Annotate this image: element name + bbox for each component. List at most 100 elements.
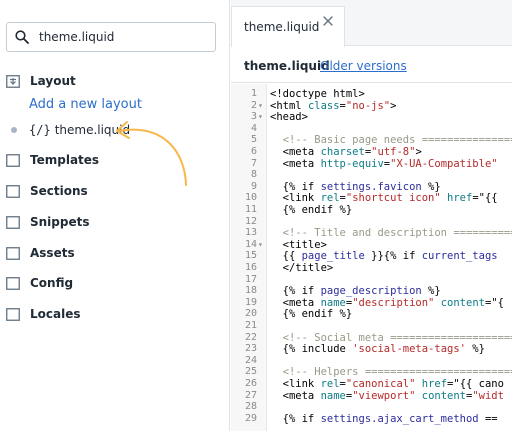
line-number: 11 xyxy=(244,204,257,215)
code-line[interactable]: 19 <meta name="description" content="{ xyxy=(231,297,512,309)
code-line[interactable]: 17 xyxy=(231,274,512,286)
line-number: 9 xyxy=(250,180,257,192)
code-text: <link rel="shortcut icon" href="{{ xyxy=(270,192,504,205)
code-text: <meta http-equiv="X-UA-Compatible" xyxy=(270,157,498,170)
line-number: 18 xyxy=(244,285,257,297)
line-number: 25 xyxy=(244,366,257,378)
code-line[interactable]: 6 <meta charset="utf-8"> xyxy=(231,146,512,158)
folder-label: Layout xyxy=(30,74,76,88)
line-number: 27 xyxy=(244,389,257,401)
folder-icon xyxy=(6,153,20,167)
code-text: <link rel="canonical" href="{{ cano xyxy=(270,378,504,390)
editor-tab-bar: theme.liquid xyxy=(231,0,512,47)
line-number: 26 xyxy=(244,378,257,389)
fold-toggle-icon[interactable]: ▾ xyxy=(258,239,266,251)
line-number: 15 xyxy=(244,250,257,262)
line-number: 8 xyxy=(250,169,257,181)
fold-toggle-icon[interactable]: ▾ xyxy=(258,111,266,123)
code-line[interactable]: 21 xyxy=(231,320,512,332)
code-editor[interactable]: 1 <!doctype html> 2 ▾ <html class="no-js"> 3 ▾… xyxy=(231,84,512,431)
code-line[interactable]: 20 {% endif %} xyxy=(231,308,512,320)
sidebar: Layout Add a new layout {/} theme.liquid… xyxy=(0,0,230,431)
code-line[interactable]: 1 <!doctype html> xyxy=(231,88,512,100)
line-number: 22 xyxy=(244,331,257,343)
code-line[interactable]: 13 <!-- Title and description ==========… xyxy=(231,227,512,239)
folder-sections[interactable]: Sections xyxy=(6,182,88,200)
code-line[interactable]: 12 xyxy=(231,216,512,228)
fold-toggle-icon[interactable]: ▾ xyxy=(258,100,266,112)
folder-label: Locales xyxy=(30,307,81,321)
code-line[interactable]: 15 {{ page_title }}{% if current_tags xyxy=(231,250,512,262)
code-line[interactable]: 3 ▾ <head> xyxy=(231,111,512,123)
code-line[interactable]: 8 xyxy=(231,169,512,181)
folder-icon xyxy=(6,246,20,260)
line-number: 21 xyxy=(244,320,257,331)
annotation-arrow xyxy=(116,121,187,186)
code-text: <!-- Basic page needs ================== xyxy=(270,134,512,147)
code-line[interactable]: 4 xyxy=(231,123,512,135)
line-number: 19 xyxy=(244,296,257,308)
folder-icon xyxy=(6,184,20,198)
folder-layout[interactable]: Layout xyxy=(6,72,76,90)
search-input[interactable] xyxy=(39,27,209,47)
code-line[interactable]: 28 xyxy=(231,401,512,413)
folder-icon xyxy=(6,215,20,229)
add-layout-link[interactable]: Add a new layout xyxy=(29,97,142,112)
line-number: 4 xyxy=(250,122,257,134)
folder-locales[interactable]: Locales xyxy=(6,305,81,323)
code-line[interactable]: 27 <meta name="viewport" content="widt xyxy=(231,390,512,402)
older-versions-link[interactable]: Older versions xyxy=(320,59,407,73)
code-text: </title> xyxy=(270,262,334,274)
code-line[interactable]: 25 <!-- Helpers ========================… xyxy=(231,366,512,378)
folder-assets[interactable]: Assets xyxy=(6,244,75,262)
folder-open-icon xyxy=(6,74,20,88)
line-number: 29 xyxy=(244,412,257,424)
folder-snippets[interactable]: Snippets xyxy=(6,213,90,231)
code-line[interactable]: 11 {% endif %} xyxy=(231,204,512,216)
code-line[interactable]: 2 ▾ <html class="no-js"> xyxy=(231,100,512,112)
code-line[interactable]: 18 {% if page_description %} xyxy=(231,285,512,297)
code-text: {% include 'social-meta-tags' %} xyxy=(270,343,485,356)
code-text: {{ page_title }}{% if current_tags xyxy=(270,250,498,263)
line-number: 13 xyxy=(244,227,257,239)
code-line[interactable]: 22 <!-- Social meta ====================… xyxy=(231,332,512,344)
code-text: <!doctype html> xyxy=(270,88,365,100)
line-number: 16 xyxy=(244,262,257,273)
code-text: <head> xyxy=(270,111,308,124)
line-number: 12 xyxy=(244,215,257,227)
tab-label: theme.liquid xyxy=(244,20,320,34)
editor-tab[interactable]: theme.liquid xyxy=(231,6,345,47)
code-file-icon: {/} xyxy=(29,123,51,137)
file-status-dot xyxy=(11,127,17,133)
code-line[interactable]: 14 ▾ <title> xyxy=(231,239,512,251)
code-line[interactable]: 26 <link rel="canonical" href="{{ cano xyxy=(231,378,512,390)
code-text: {% if settings.ajax_cart_method == xyxy=(270,412,504,425)
code-line[interactable]: 5 <!-- Basic page needs ================… xyxy=(231,134,512,146)
file-header: theme.liquid Older versions xyxy=(231,47,512,83)
code-line[interactable]: 23 {% include 'social-meta-tags' %} xyxy=(231,343,512,355)
code-line[interactable]: 7 <meta http-equiv="X-UA-Compatible" xyxy=(231,158,512,170)
close-icon[interactable] xyxy=(323,16,333,26)
folder-templates[interactable]: Templates xyxy=(6,151,99,169)
code-text: <meta charset="utf-8"> xyxy=(270,146,422,158)
code-text: <meta name="description" content="{ xyxy=(270,296,504,309)
code-line[interactable]: 9 {% if settings.favicon %} xyxy=(231,181,512,193)
line-number: 10 xyxy=(244,192,257,204)
search-box[interactable] xyxy=(6,22,216,52)
code-text: <!-- Title and description ============ xyxy=(270,227,512,240)
folder-label: Snippets xyxy=(30,215,90,229)
code-line[interactable]: 10 <link rel="shortcut icon" href="{{ xyxy=(231,192,512,204)
code-text: {% if settings.favicon %} xyxy=(270,180,441,193)
line-number: 7 xyxy=(250,157,257,169)
search-icon xyxy=(15,30,29,44)
line-number: 2 xyxy=(250,99,257,111)
code-line[interactable]: 16 </title> xyxy=(231,262,512,274)
code-text: <title> xyxy=(270,238,327,251)
code-text: <meta name="viewport" content="widt xyxy=(270,389,504,402)
code-line[interactable]: 24 xyxy=(231,355,512,367)
folder-config[interactable]: Config xyxy=(6,274,73,292)
line-number: 5 xyxy=(250,134,257,146)
code-line[interactable]: 29 {% if settings.ajax_cart_method == xyxy=(231,413,512,425)
line-number: 3 xyxy=(250,111,257,123)
folder-icon xyxy=(6,307,20,321)
